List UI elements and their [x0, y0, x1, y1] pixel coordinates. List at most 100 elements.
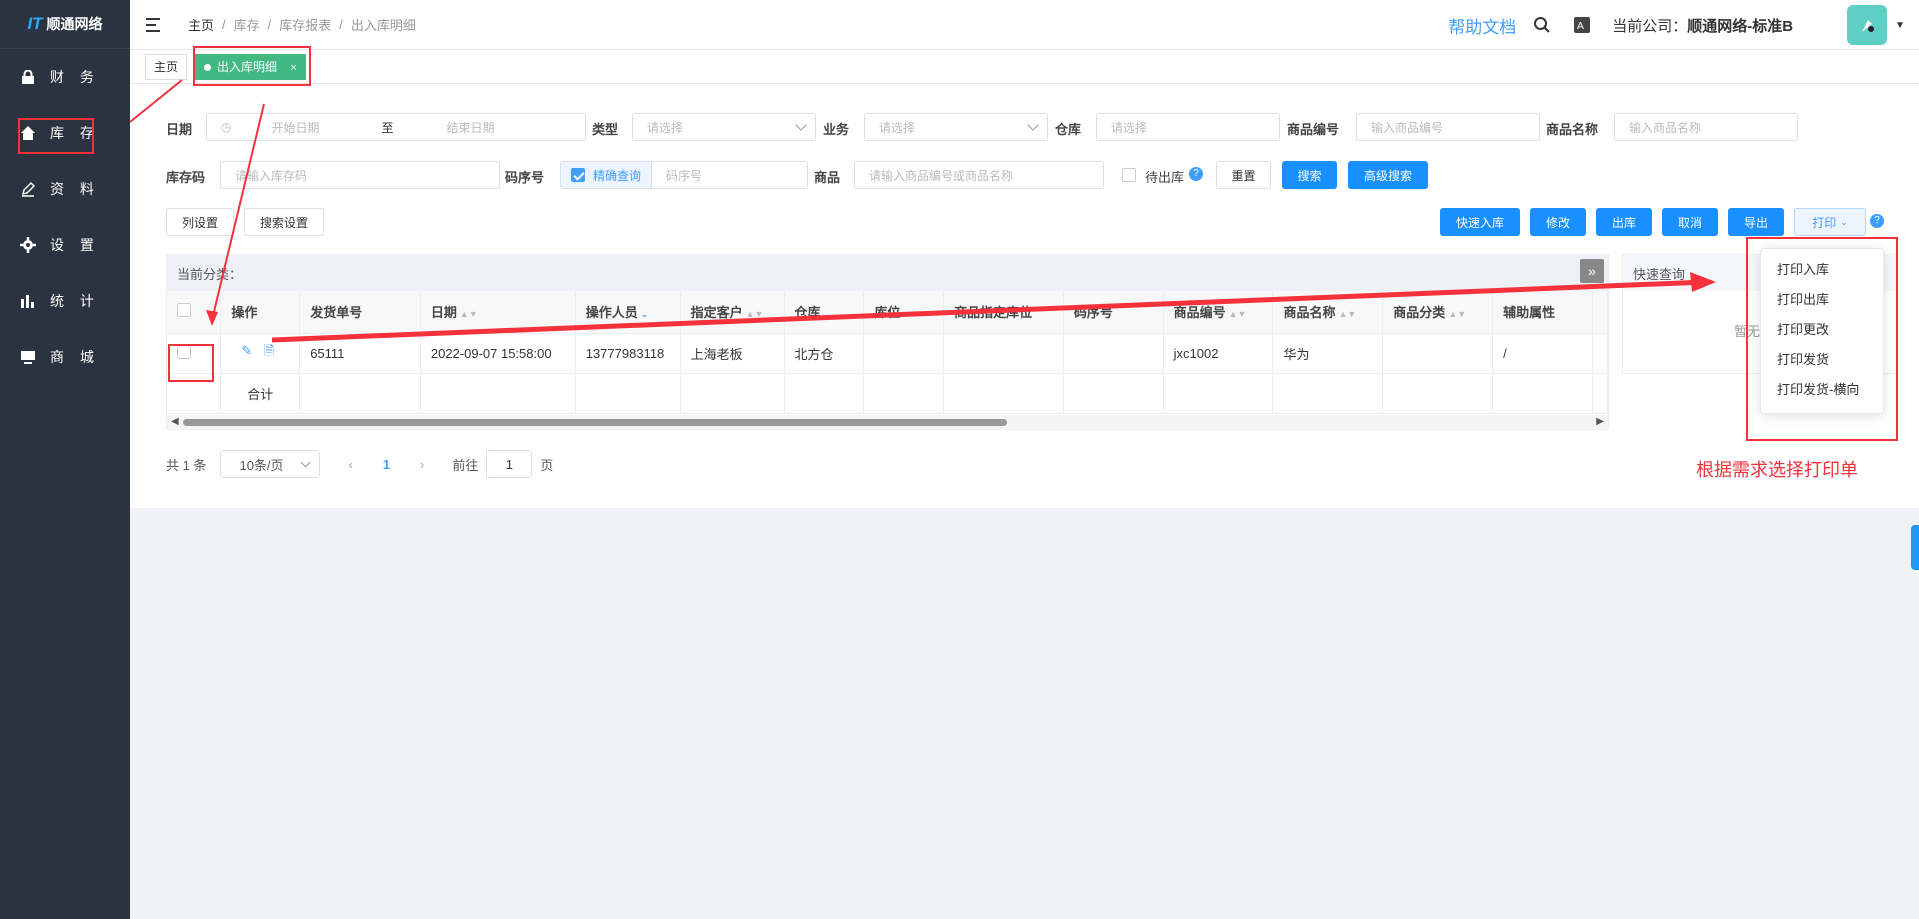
sort-icon[interactable]: ▲▼: [1229, 309, 1247, 319]
date-start[interactable]: 开始日期: [271, 119, 381, 136]
current-company: 当前公司：顺通网络-标准B: [1612, 15, 1793, 36]
exact-query-label: 精确查询: [593, 168, 642, 183]
sort-icon[interactable]: ▲▼: [1338, 309, 1356, 319]
col-header[interactable]: 商品分类 ▲▼: [1382, 291, 1494, 334]
stock-code-input[interactable]: 请输入库存码: [220, 161, 500, 189]
tab-home[interactable]: 主页: [145, 54, 188, 80]
sort-icon[interactable]: ▲▼: [746, 309, 764, 319]
help-icon[interactable]: ?: [1189, 167, 1203, 181]
current-page[interactable]: 1: [383, 457, 390, 472]
sort-icon[interactable]: ▲▼: [1448, 309, 1466, 319]
warehouse-select[interactable]: 请选择: [1096, 113, 1280, 141]
col-header-label: 日期: [430, 305, 457, 321]
col-header[interactable]: 日期 ▲▼: [420, 291, 576, 334]
sidebar-item-finance[interactable]: 财 务: [0, 49, 130, 105]
col-header[interactable]: 仓库 ⌄: [784, 291, 865, 334]
caret-down-icon[interactable]: ▼: [1895, 20, 1905, 31]
search-button[interactable]: 搜索: [1282, 161, 1337, 189]
menu-toggle-icon[interactable]: [146, 17, 164, 32]
stock-code-placeholder: 请输入库存码: [235, 168, 308, 183]
breadcrumb-report[interactable]: 库存报表: [279, 15, 331, 34]
scroll-left-icon[interactable]: ◀: [171, 416, 179, 427]
advanced-search-button[interactable]: 高级搜索: [1348, 161, 1428, 189]
expand-icon[interactable]: »: [1580, 259, 1604, 283]
warehouse-value: 请选择: [1111, 120, 1148, 135]
cell-aux-attr: /: [1492, 333, 1593, 374]
col-header[interactable]: 商品名称 ▲▼: [1272, 291, 1384, 334]
column-settings-button[interactable]: 列设置: [166, 208, 234, 236]
search-icon[interactable]: [1532, 15, 1552, 35]
goods-input[interactable]: 请输入商品编号或商品名称: [854, 161, 1104, 189]
logo: IT 顺通网络: [0, 0, 130, 49]
exact-query-checkbox[interactable]: [571, 168, 585, 182]
cell-extra: [1592, 333, 1609, 374]
sort-icon[interactable]: ▲▼: [460, 309, 478, 319]
biz-select[interactable]: 请选择: [864, 113, 1048, 141]
sidebar-item-label: 统 计: [50, 293, 100, 309]
col-header[interactable]: 商品编号 ▲▼: [1163, 291, 1274, 334]
logo-text: 顺通网络: [46, 16, 103, 32]
side-scroll-handle[interactable]: [1911, 525, 1919, 570]
print-dropdown-button[interactable]: 打印 ⌄: [1794, 208, 1866, 236]
breadcrumb-home[interactable]: 主页: [188, 15, 214, 34]
name-input[interactable]: 输入商品名称: [1614, 113, 1798, 141]
table-total-row: 合计: [167, 373, 1609, 414]
reset-button[interactable]: 重置: [1216, 161, 1271, 189]
header-right: 帮助文档 A 当前公司：顺通网络-标准B ▼: [1448, 0, 1919, 50]
document-icon[interactable]: 🗎: [264, 343, 274, 358]
serial-input-group: 精确查询 码序号: [560, 161, 808, 189]
sidebar-item-settings[interactable]: 设 置: [0, 217, 130, 273]
serial-placeholder[interactable]: 码序号: [666, 167, 702, 184]
sidebar-item-mall[interactable]: 商 城: [0, 329, 130, 385]
quick-in-button[interactable]: 快速入库: [1440, 208, 1520, 236]
help-docs-link[interactable]: 帮助文档: [1448, 13, 1516, 38]
next-page-icon[interactable]: ›: [420, 457, 424, 472]
sidebar-item-label: 设 置: [50, 237, 100, 253]
type-select[interactable]: 请选择: [632, 113, 816, 141]
col-header[interactable]: 库位: [863, 291, 945, 334]
scroll-right-icon[interactable]: ▶: [1596, 416, 1604, 427]
content-background: [130, 508, 1919, 919]
col-header[interactable]: 发货单号: [299, 291, 421, 334]
search-settings-button[interactable]: 搜索设置: [244, 208, 324, 236]
gear-icon: [20, 237, 36, 253]
clock-icon: ◷: [221, 120, 232, 134]
page-size-select[interactable]: 10条/页: [220, 450, 321, 478]
pending-out-checkbox[interactable]: [1122, 168, 1136, 182]
col-header[interactable]: 商品指定库位: [943, 291, 1064, 334]
select-all-cell: [167, 291, 222, 334]
edit-icon: [20, 181, 36, 197]
avatar[interactable]: [1847, 5, 1888, 45]
edit-button[interactable]: 修改: [1530, 208, 1586, 236]
sidebar-item-data[interactable]: 资 料: [0, 161, 130, 217]
edit-icon[interactable]: ✎: [241, 343, 252, 358]
horizontal-scrollbar[interactable]: ◀ ▶: [167, 415, 1608, 429]
prev-page-icon[interactable]: ‹: [348, 457, 352, 472]
translate-icon[interactable]: A: [1572, 15, 1592, 35]
cell-serial: [1063, 333, 1164, 374]
table-header-row: 操作 发货单号 日期 ▲▼ 操作人员 ⌄ 指定客户 ▲▼ 仓库 ⌄ 库位 商品指定库位 …: [167, 291, 1609, 334]
cancel-button[interactable]: 取消: [1662, 208, 1718, 236]
export-button[interactable]: 导出: [1728, 208, 1784, 236]
arrow-line: [129, 79, 183, 123]
select-all-checkbox[interactable]: [177, 303, 191, 318]
date-end[interactable]: 结束日期: [446, 119, 494, 136]
breadcrumb-inventory[interactable]: 库存: [234, 15, 260, 34]
date-range-picker[interactable]: ◷ 开始日期 至 结束日期: [206, 113, 586, 141]
code-input[interactable]: 输入商品编号: [1356, 113, 1540, 141]
cell-goods-name: 华为: [1272, 333, 1384, 374]
filter-chevron-icon[interactable]: ⌄: [641, 309, 649, 319]
out-button[interactable]: 出库: [1596, 208, 1652, 236]
table-row[interactable]: ✎ 🗎 65111 2022-09-07 15:58:00 1377798311…: [167, 333, 1609, 374]
col-header[interactable]: 指定客户 ▲▼: [680, 291, 785, 334]
exact-query-toggle[interactable]: 精确查询: [561, 162, 653, 188]
col-header[interactable]: 操作人员 ⌄: [575, 291, 681, 334]
goto-page-input[interactable]: 1: [486, 450, 533, 478]
filter-chevron-icon[interactable]: ⌄: [824, 309, 832, 319]
cell-goods-code: jxc1002: [1163, 333, 1274, 374]
sidebar-item-stats[interactable]: 统 计: [0, 273, 130, 329]
col-header[interactable]: 辅助属性: [1492, 291, 1593, 334]
col-header[interactable]: 码序号: [1063, 291, 1164, 334]
scroll-thumb[interactable]: [183, 419, 1007, 426]
print-help-icon[interactable]: ?: [1870, 214, 1884, 228]
